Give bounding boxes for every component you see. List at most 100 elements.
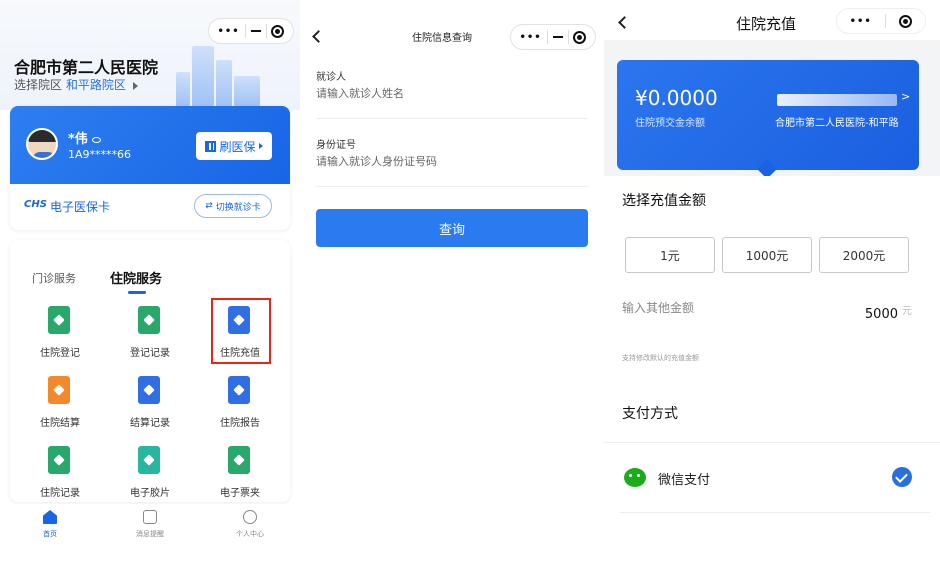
amount-option-1[interactable]: 1元 [625, 237, 715, 273]
tab-home[interactable]: 首页 [0, 510, 100, 539]
tab-inpatient[interactable]: 住院服务 [110, 268, 162, 287]
capsule-divider [244, 24, 246, 38]
tab-messages-label: 消息提醒 [136, 530, 164, 538]
capsule-divider [546, 30, 548, 44]
service-inpatient-register[interactable]: 住院登记 [20, 302, 100, 366]
service-label: 电子胶片 [130, 488, 170, 499]
service-label: 住院记录 [40, 488, 80, 499]
recharge-form [604, 176, 940, 565]
tab-profile[interactable]: 个人中心 [200, 510, 300, 539]
balance-card[interactable]: ¥0.0000 住院预交金余额 > 合肥市第二人民医院-和平路 [617, 60, 919, 170]
select-amount-title: 选择充值金额 [622, 193, 706, 209]
miniprogram-capsule: ••• [208, 18, 294, 44]
inpatient-report-icon [228, 376, 250, 404]
tab-messages[interactable]: 消息提醒 [100, 510, 200, 539]
avatar [26, 128, 58, 160]
patient-name-masked [777, 94, 897, 106]
balance-amount: ¥0.0000 [635, 86, 718, 110]
service-settle-records[interactable]: 结算记录 [110, 372, 190, 436]
service-label: 住院报告 [220, 418, 260, 429]
patient-name: *伟 [68, 128, 101, 147]
capsule-divider [885, 14, 887, 28]
patient-card-header: *伟 1A9*****66 刷医保 [10, 106, 290, 184]
amount-option-2000[interactable]: 2000元 [819, 237, 909, 273]
campus-value[interactable]: 和平路院区 [66, 78, 126, 92]
other-amount-input[interactable] [834, 307, 898, 322]
field-divider [316, 186, 588, 187]
qr-code-icon [205, 140, 217, 152]
e-insurance-card-label: 电子医保卡 [50, 200, 111, 214]
miniprogram-capsule: ••• [836, 8, 926, 34]
highlight-box [211, 298, 271, 364]
row-divider [620, 512, 930, 513]
service-register-records[interactable]: 登记记录 [110, 302, 190, 366]
service-inpatient-report[interactable]: 住院报告 [200, 372, 280, 436]
recharge-screen: 住院充值 ••• ¥0.0000 住院预交金余额 > 合肥市第二人民医院-和平路… [604, 0, 940, 565]
register-records-icon [138, 306, 160, 334]
minimize-icon[interactable] [250, 30, 261, 32]
more-icon[interactable]: ••• [217, 26, 239, 37]
service-electronic-film[interactable]: 电子胶片 [110, 442, 190, 506]
swipe-medical-insurance-button[interactable]: 刷医保 [196, 132, 272, 160]
section-divider [604, 442, 940, 443]
switch-icon: ⇄ [205, 201, 213, 211]
service-label: 登记记录 [130, 348, 170, 359]
more-icon[interactable]: ••• [519, 32, 541, 43]
service-inpatient-records[interactable]: 住院记录 [20, 442, 100, 506]
electronic-invoice-icon [228, 446, 250, 474]
message-icon [143, 510, 157, 524]
check-icon[interactable] [892, 467, 912, 487]
service-label: 住院登记 [40, 348, 80, 359]
switch-card-button[interactable]: ⇄ 切换就诊卡 [194, 194, 272, 218]
active-tab-indicator [128, 291, 146, 294]
eye-icon[interactable] [91, 136, 101, 143]
service-inpatient-settle[interactable]: 住院结算 [20, 372, 100, 436]
service-electronic-invoice[interactable]: 电子票夹 [200, 442, 280, 506]
minimize-icon[interactable] [552, 36, 563, 38]
page-title: 住院充值 [736, 15, 797, 33]
swipe-label: 刷医保 [219, 139, 256, 154]
wechat-pay-label: 微信支付 [658, 473, 711, 488]
patient-name-input[interactable] [316, 84, 588, 102]
electronic-film-icon [138, 446, 160, 474]
e-insurance-row[interactable]: CHS 电子医保卡 ⇄ 切换就诊卡 [10, 184, 290, 230]
campus-selector[interactable]: 选择院区 和平路院区 [14, 76, 138, 93]
tab-outpatient[interactable]: 门诊服务 [32, 270, 76, 286]
inpatient-query-screen: 住院信息查询 ••• 就诊人 身份证号 查询 [302, 0, 600, 565]
settle-records-icon [138, 376, 160, 404]
home-screen: ••• 合肥市第二人民医院 选择院区 和平路院区 *伟 1A9*****66 刷… [0, 0, 300, 565]
patient-name-text: *伟 [68, 132, 88, 147]
amount-hint: 支持修改默认的充值金额 [622, 354, 699, 362]
back-icon[interactable] [618, 16, 631, 29]
inpatient-settle-icon [48, 376, 70, 404]
query-button[interactable]: 查询 [316, 209, 588, 247]
idcard-input[interactable] [316, 152, 588, 170]
field-divider [316, 118, 588, 119]
service-label: 住院结算 [40, 418, 80, 429]
chs-logo: CHS [24, 199, 47, 210]
inpatient-register-icon [48, 306, 70, 334]
close-icon[interactable] [899, 14, 913, 28]
close-icon[interactable] [573, 30, 587, 44]
capsule-divider [265, 24, 267, 38]
other-amount-label: 输入其他金额 [622, 301, 695, 315]
back-icon[interactable] [312, 30, 325, 43]
patient-label: 就诊人 [316, 72, 346, 83]
more-icon[interactable]: ••• [850, 16, 872, 27]
idcard-label: 身份证号 [316, 140, 356, 151]
miniprogram-capsule: ••• [510, 24, 596, 50]
wechat-pay-icon [624, 468, 646, 487]
switch-card-label: 切换就诊卡 [215, 202, 261, 213]
amount-option-1000[interactable]: 1000元 [722, 237, 812, 273]
campus-prefix: 选择院区 [14, 78, 63, 92]
close-icon[interactable] [271, 24, 285, 38]
bottom-tabbar: 首页 消息提醒 个人中心 [0, 504, 300, 565]
services-card: 门诊服务 住院服务 住院登记 登记记录 住院充值 住院结算 结算记录 住院报告 住院记录 电子… [10, 240, 290, 502]
tab-home-label: 首页 [43, 530, 57, 538]
patient-id: 1A9*****66 [68, 148, 132, 161]
page-title: 住院信息查询 [412, 33, 472, 44]
user-icon [243, 510, 257, 524]
currency-unit: 元 [902, 306, 912, 317]
service-label: 结算记录 [130, 418, 170, 429]
patient-card: *伟 1A9*****66 刷医保 CHS 电子医保卡 ⇄ 切换就诊卡 [10, 106, 290, 230]
